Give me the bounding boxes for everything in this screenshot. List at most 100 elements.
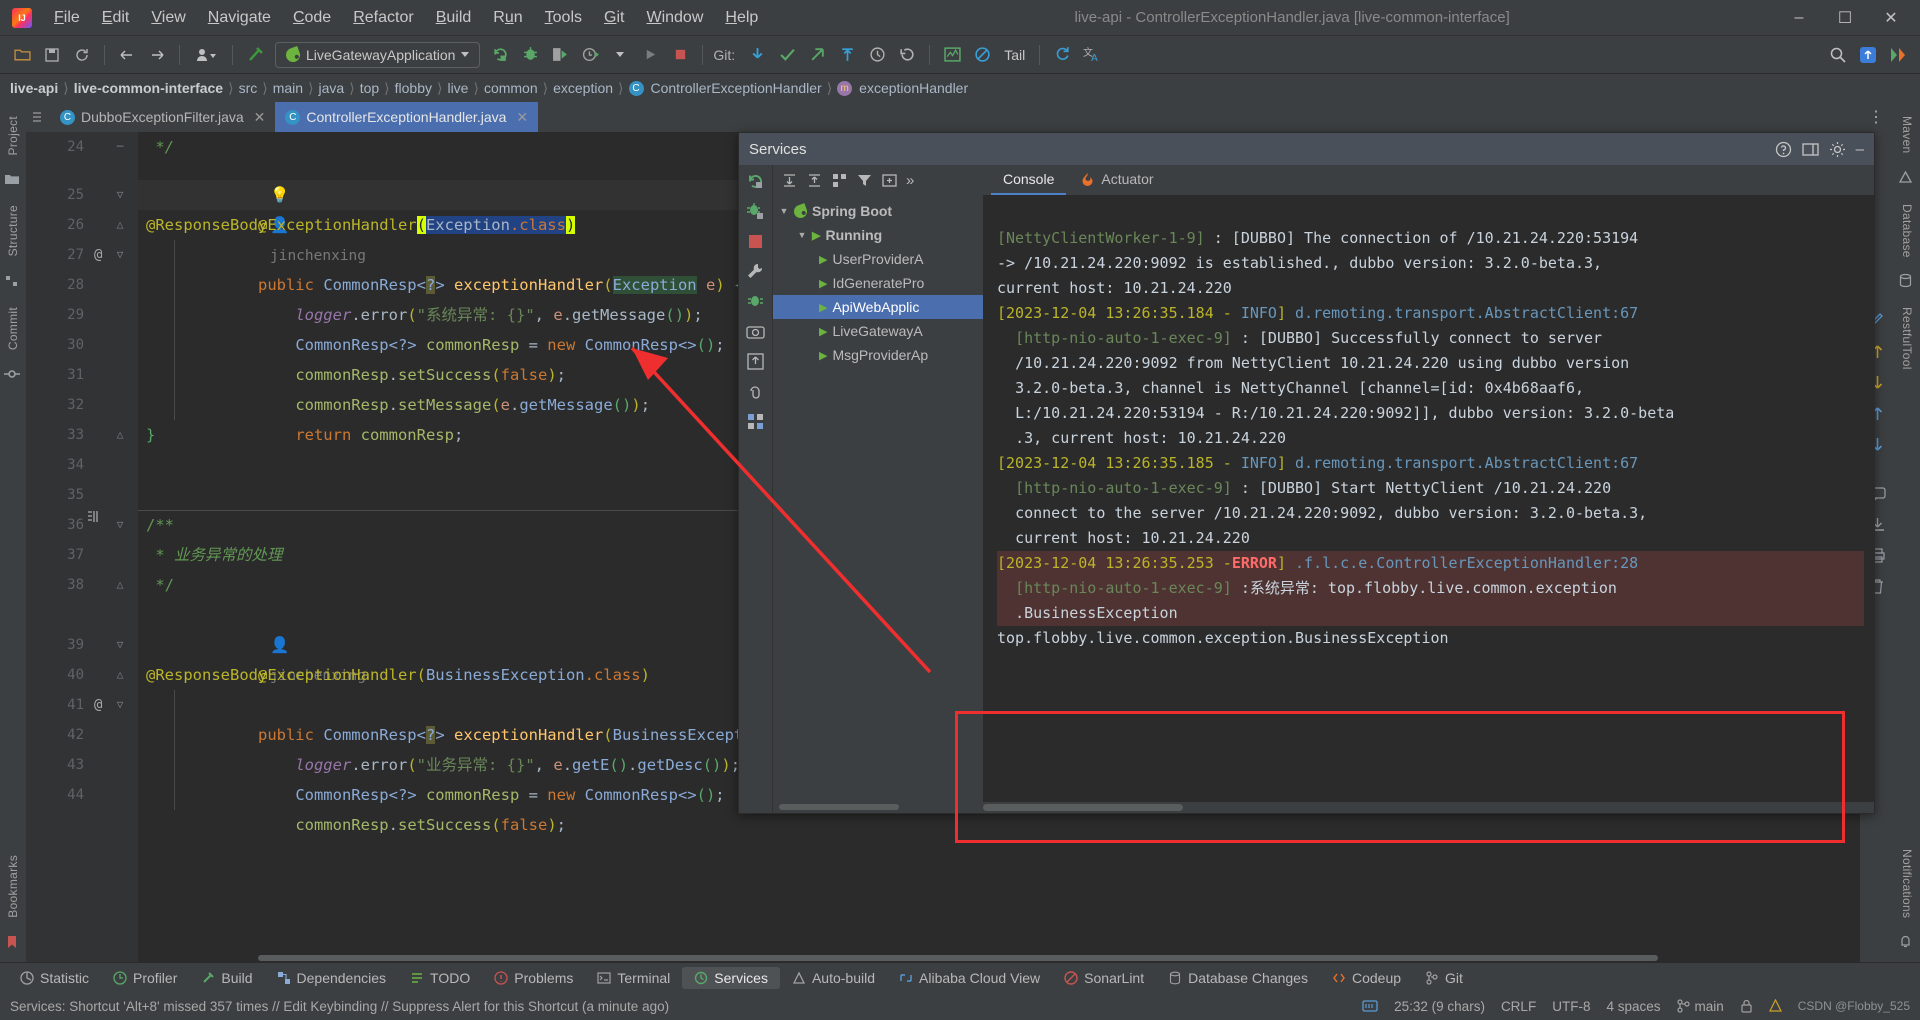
override-annotation-marker[interactable]: @: [94, 240, 102, 270]
minimize-button[interactable]: –: [1776, 1, 1822, 35]
fold-marker[interactable]: △: [114, 570, 126, 600]
sync-icon[interactable]: [68, 41, 96, 69]
fold-marker[interactable]: ▽: [114, 510, 126, 540]
menu-git[interactable]: Git: [594, 5, 634, 31]
file-encoding[interactable]: UTF-8: [1552, 999, 1590, 1014]
thread-dump-icon[interactable]: [746, 291, 766, 311]
javadoc-marker[interactable]: [88, 510, 103, 523]
menu-edit[interactable]: Edit: [92, 5, 140, 31]
sidebar-item-commit[interactable]: Commit: [4, 299, 22, 358]
notifications-icon[interactable]: [1854, 41, 1882, 69]
menu-run[interactable]: Run: [483, 5, 532, 31]
fold-marker[interactable]: ─: [114, 132, 126, 162]
sidebar-item-project[interactable]: Project: [4, 108, 22, 163]
menu-tools[interactable]: Tools: [535, 5, 592, 31]
breadcrumb-item-5[interactable]: top: [360, 80, 379, 96]
sidebar-item-restfultool[interactable]: RestfulTool: [1898, 299, 1916, 378]
indent-setting[interactable]: 4 spaces: [1606, 999, 1660, 1014]
chevron-down-icon[interactable]: ▼: [797, 230, 807, 240]
tree-item-api-web-application[interactable]: ▶ ApiWebApplic: [773, 295, 983, 319]
menu-view[interactable]: View: [141, 5, 195, 31]
tw-git[interactable]: Git: [1413, 967, 1475, 989]
sidebar-item-structure[interactable]: Structure: [4, 197, 22, 264]
menu-refactor[interactable]: Refactor: [343, 5, 423, 31]
debug-icon[interactable]: [516, 41, 544, 69]
notification-bell-icon[interactable]: [1898, 934, 1916, 952]
export-icon[interactable]: [746, 351, 766, 371]
breadcrumb-item-8[interactable]: common: [484, 80, 538, 96]
settings-icon[interactable]: [1884, 41, 1912, 69]
structure-icon[interactable]: [4, 273, 22, 291]
tw-problems[interactable]: Problems: [482, 967, 585, 989]
breadcrumb-item-7[interactable]: live: [447, 80, 468, 96]
database-icon[interactable]: [1898, 273, 1916, 291]
help-icon[interactable]: [1775, 141, 1792, 158]
tw-dependencies[interactable]: Dependencies: [265, 967, 399, 989]
build-hammer-icon[interactable]: [241, 41, 269, 69]
more-icon[interactable]: »: [906, 172, 914, 189]
tab-actuator[interactable]: Actuator: [1068, 165, 1165, 195]
override-annotation-marker[interactable]: @: [94, 690, 102, 720]
breadcrumb-item-3[interactable]: main: [273, 80, 303, 96]
tw-autobuild[interactable]: Auto-build: [780, 967, 887, 989]
commit-circle-icon[interactable]: [4, 366, 22, 384]
camera-icon[interactable]: [746, 321, 766, 341]
editor-gutter[interactable]: 24 ─ 25 ▽ 26 △ 27 @ ▽ 28 29 30 31 32 33 …: [26, 132, 138, 962]
caret-position[interactable]: 25:32 (9 chars): [1394, 999, 1485, 1014]
add-tab-icon[interactable]: [881, 172, 898, 189]
tree-item-user-provider[interactable]: ▶ UserProviderA: [773, 247, 983, 271]
fold-marker[interactable]: △: [114, 210, 126, 240]
maximize-button[interactable]: ☐: [1822, 1, 1868, 35]
run-configuration-selector[interactable]: LiveGatewayApplication: [275, 41, 481, 68]
bookmark-icon[interactable]: [4, 934, 22, 952]
breadcrumb-item-6[interactable]: flobby: [395, 80, 432, 96]
fold-marker[interactable]: △: [114, 420, 126, 450]
push-icon[interactable]: [803, 41, 831, 69]
menu-window[interactable]: Window: [636, 5, 713, 31]
fold-marker[interactable]: ▽: [114, 180, 126, 210]
console-hscrollbar[interactable]: [983, 802, 1874, 813]
tab-options-icon[interactable]: ⋮: [1858, 102, 1894, 132]
sidebar-item-bookmarks[interactable]: Bookmarks: [4, 847, 22, 926]
filter-icon[interactable]: [856, 172, 873, 189]
profile-icon[interactable]: [188, 41, 224, 69]
lock-icon[interactable]: [1740, 999, 1753, 1013]
grid-icon[interactable]: [746, 411, 766, 431]
group-icon[interactable]: [831, 172, 848, 189]
tw-build[interactable]: Build: [189, 967, 264, 989]
breadcrumb-item-4[interactable]: java: [319, 80, 345, 96]
project-folder-icon[interactable]: [4, 171, 22, 189]
tree-item-id-generate[interactable]: ▶ IdGeneratePro: [773, 271, 983, 295]
refresh-icon[interactable]: [1048, 41, 1076, 69]
tw-statistic[interactable]: Statistic: [8, 967, 101, 989]
breadcrumb-item-10[interactable]: ControllerExceptionHandler: [651, 80, 822, 96]
no-entry-icon[interactable]: [968, 41, 996, 69]
collapse-all-icon[interactable]: [806, 172, 823, 189]
tab-console[interactable]: Console: [991, 165, 1067, 195]
tw-todo[interactable]: TODO: [398, 967, 482, 989]
search-everywhere-icon[interactable]: [1824, 41, 1852, 69]
inspection-icon[interactable]: [1768, 999, 1782, 1013]
tw-terminal[interactable]: Terminal: [585, 967, 682, 989]
close-icon[interactable]: ✕: [516, 109, 528, 126]
history-icon[interactable]: [863, 41, 891, 69]
open-folder-icon[interactable]: [8, 41, 36, 69]
menu-file[interactable]: File: [44, 5, 90, 31]
status-message[interactable]: Services: Shortcut 'Alt+8' missed 357 ti…: [10, 999, 669, 1014]
tree-item-msg-provider[interactable]: ▶ MsgProviderAp: [773, 343, 983, 367]
settings-wrench-icon[interactable]: [746, 261, 766, 281]
menu-code[interactable]: Code: [283, 5, 341, 31]
close-icon[interactable]: ✕: [254, 109, 266, 126]
save-icon[interactable]: [38, 41, 66, 69]
layout-icon[interactable]: [1802, 141, 1819, 158]
expand-all-icon[interactable]: [781, 172, 798, 189]
attach-icon[interactable]: [746, 381, 766, 401]
stop-icon[interactable]: [746, 231, 766, 251]
sidebar-item-notifications[interactable]: Notifications: [1898, 841, 1916, 926]
breadcrumb-item-1[interactable]: live-common-interface: [74, 80, 223, 96]
fold-marker[interactable]: ▽: [114, 240, 126, 270]
menu-build[interactable]: Build: [426, 5, 482, 31]
tw-services[interactable]: Services: [682, 966, 780, 989]
menu-help[interactable]: Help: [715, 5, 768, 31]
checkout-icon[interactable]: [833, 41, 861, 69]
